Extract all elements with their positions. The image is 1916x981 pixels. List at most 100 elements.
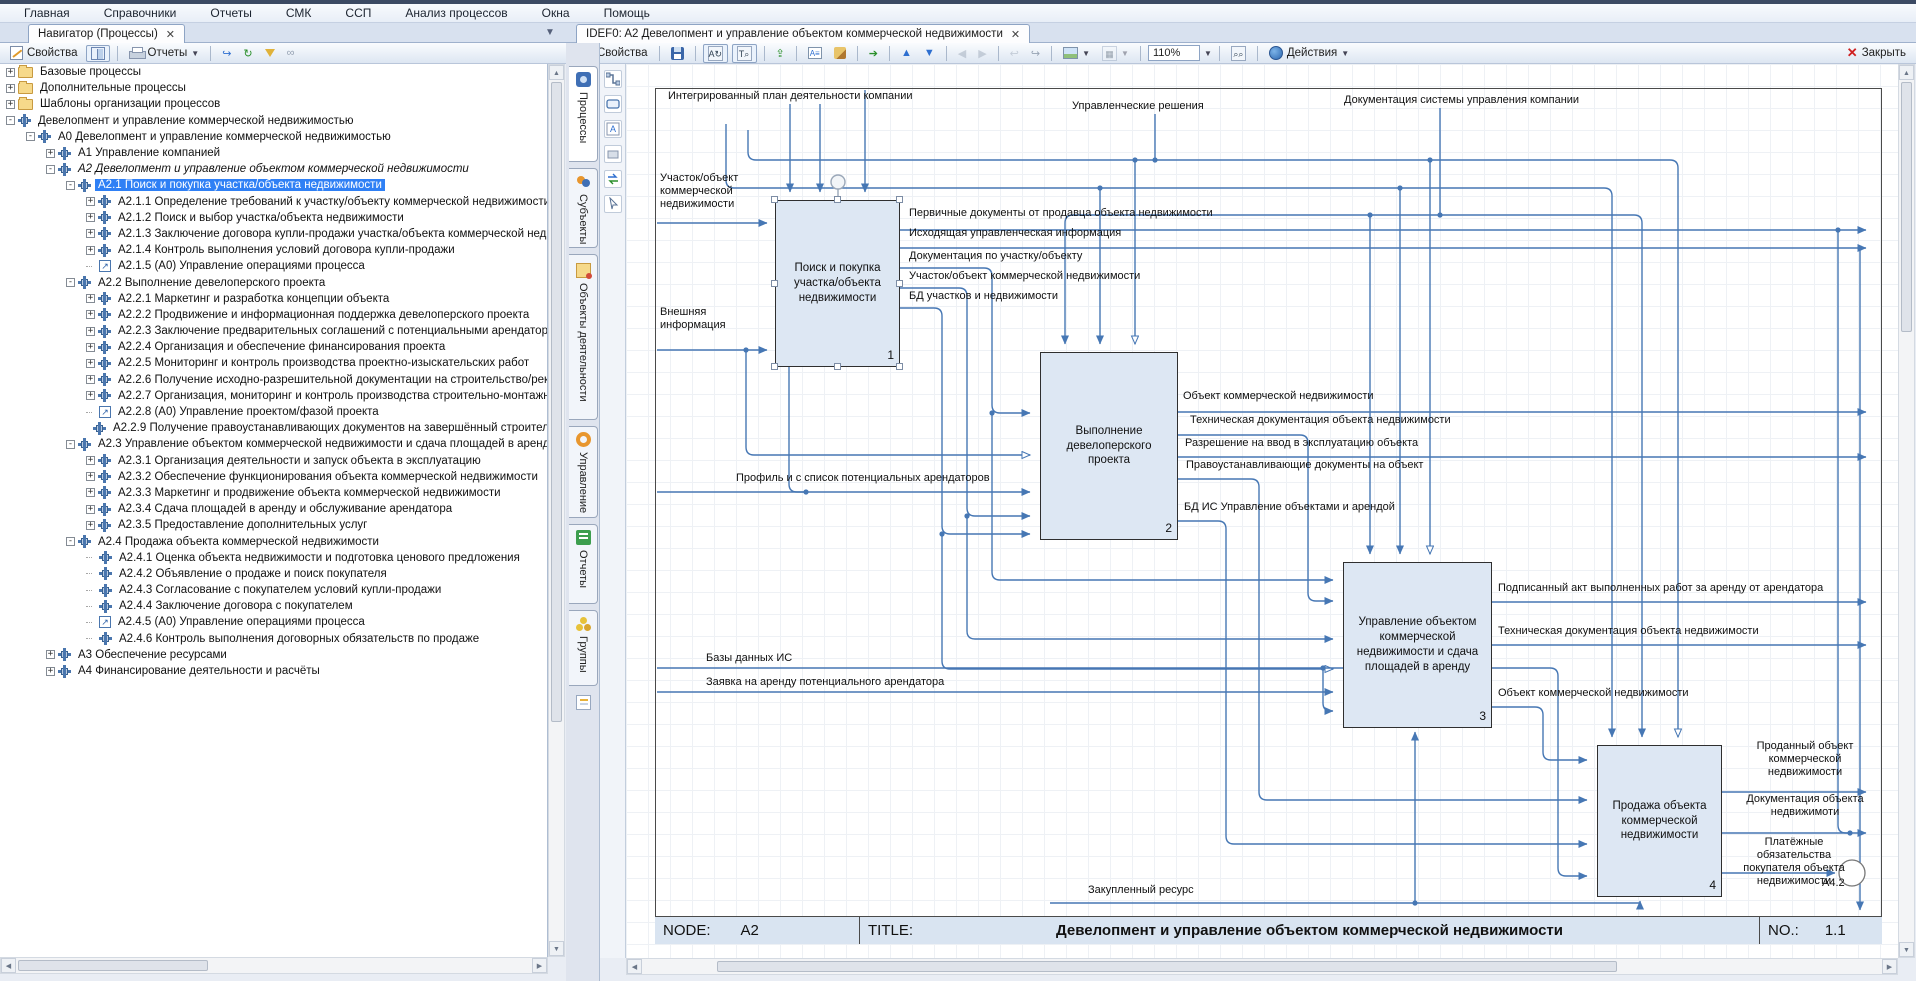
tree-item[interactable]: + A2.1.3 Заключение договора купли-продаж… <box>0 226 547 242</box>
selection-handle[interactable] <box>771 196 778 203</box>
tree-item[interactable]: A2.4.3 Согласование с покупателем услови… <box>0 582 547 598</box>
format-brush-button[interactable] <box>830 46 850 60</box>
tree-item[interactable]: + A2.3.1 Организация деятельности и запус… <box>0 453 547 469</box>
selection-handle[interactable] <box>834 363 841 370</box>
frame-tool-button[interactable] <box>603 145 622 163</box>
scroll-down-icon[interactable]: ▼ <box>549 941 564 956</box>
tree-item[interactable]: + Базовые процессы <box>0 64 547 80</box>
goto-button[interactable]: ↪ <box>218 46 235 61</box>
tree-item[interactable]: - A2 Девелопмент и управление объектом ко… <box>0 161 547 177</box>
tree-item[interactable]: + Дополнительные процессы <box>0 80 547 96</box>
image-dropdown-button[interactable]: ▼ <box>1059 46 1094 60</box>
tree-item[interactable]: + A2.2.6 Получение исходно-разрешительной… <box>0 372 547 388</box>
diagram-horizontal-scrollbar[interactable]: ◀ ▶ <box>626 958 1898 975</box>
tree-item[interactable]: - A2.4 Продажа объекта коммерческой недви… <box>0 533 547 549</box>
tree-item[interactable]: + A2.2.2 Продвижение и информационная под… <box>0 307 547 323</box>
scroll-up-icon[interactable]: ▲ <box>549 65 564 80</box>
tree-item[interactable]: + A2.2.3 Заключение предварительных согла… <box>0 323 547 339</box>
tree-item[interactable]: + A2.2.5 Мониторинг и контроль производст… <box>0 355 547 371</box>
tree-expander[interactable]: - <box>66 439 75 449</box>
tree-expander[interactable]: - <box>66 537 75 547</box>
properties-button[interactable]: Свойства <box>6 45 82 61</box>
tree-expander[interactable]: + <box>86 342 95 352</box>
menu-item[interactable]: Отчеты <box>206 5 255 21</box>
tree-item[interactable]: + A2.2.1 Маркетинг и разработка концепции… <box>0 291 547 307</box>
layout-toggle-button[interactable] <box>85 44 110 62</box>
tree-expander[interactable]: + <box>86 391 95 401</box>
refresh-button[interactable]: ↻ <box>239 46 256 61</box>
tree-item[interactable]: A2.4.4 Заключение договора с покупателем <box>0 598 547 614</box>
tab-navigator[interactable]: Навигатор (Процессы) ✕ <box>28 24 185 43</box>
move-up-button[interactable]: ▲ <box>897 46 916 60</box>
pan-tool-button[interactable] <box>603 195 622 213</box>
menu-item[interactable]: Справочники <box>100 5 181 21</box>
tree-expander[interactable]: + <box>86 358 95 368</box>
connector-tool-button[interactable] <box>603 70 622 88</box>
tree-item[interactable]: + A2.3.5 Предоставление дополнительных ус… <box>0 517 547 533</box>
scroll-left-icon[interactable]: ◀ <box>627 959 642 974</box>
new-document-icon[interactable] <box>576 695 591 710</box>
tree-expander[interactable]: + <box>86 197 95 207</box>
close-icon[interactable]: ✕ <box>166 28 175 41</box>
dock-tab-6[interactable]: Группы <box>569 610 598 686</box>
tree-item[interactable]: ↗ A2.4.5 (A0) Управление операциями проце… <box>0 614 547 630</box>
tree-expander[interactable]: + <box>86 472 95 482</box>
actions-dropdown-button[interactable]: Действия ▼ <box>1265 45 1353 61</box>
menu-item[interactable]: Помощь <box>600 5 654 21</box>
tree-expander[interactable]: + <box>86 520 95 530</box>
menu-item[interactable]: Главная <box>20 5 74 21</box>
tree-item[interactable]: - A2.3 Управление объектом коммерческой н… <box>0 436 547 452</box>
tree-expander[interactable]: + <box>6 99 15 109</box>
swap-tool-button[interactable] <box>603 170 622 188</box>
menu-item[interactable]: ССП <box>341 5 375 21</box>
prev-button[interactable]: ◀ <box>954 46 970 61</box>
diagram-canvas[interactable]: Поиск и покупка участка/объекта недвижим… <box>626 64 1898 958</box>
tree-item[interactable]: - A0 Девелопмент и управление коммерческо… <box>0 129 547 145</box>
tree-expander[interactable]: + <box>86 375 95 385</box>
tree-item[interactable]: + A4 Финансирование деятельности и расчёт… <box>0 663 547 679</box>
zoom-level-input[interactable]: 110% <box>1147 45 1200 61</box>
activity-box-3[interactable]: Управление объектом коммерческой недвижи… <box>1343 562 1492 728</box>
next-button[interactable]: ▶ <box>974 46 990 61</box>
tree-horizontal-scrollbar[interactable]: ◀ ▶ <box>0 957 548 974</box>
tree-item[interactable]: A2.4.1 Оценка объекта недвижимости и под… <box>0 550 547 566</box>
reports-dropdown-button[interactable]: Отчеты ▼ <box>125 46 204 60</box>
tree-item[interactable]: + A1 Управление компанией <box>0 145 547 161</box>
text-block-button[interactable]: A≡ <box>804 46 826 60</box>
save-button[interactable] <box>667 46 688 61</box>
tree-item[interactable]: + A3 Обеспечение ресурсами <box>0 647 547 663</box>
menu-item[interactable]: СМК <box>282 5 316 21</box>
selection-handle[interactable] <box>834 196 841 203</box>
scrollbar-thumb[interactable] <box>717 961 1617 972</box>
tree-expander[interactable]: - <box>46 164 55 174</box>
scroll-right-icon[interactable]: ▶ <box>1882 959 1897 974</box>
tree-expander[interactable]: - <box>6 116 15 126</box>
tree-item[interactable]: - Девелопмент и управление коммерческой н… <box>0 113 547 129</box>
redo-button[interactable]: ↪ <box>1027 46 1044 61</box>
tree-item[interactable]: ↗ A2.1.5 (A0) Управление операциями проце… <box>0 258 547 274</box>
tree-expander[interactable]: + <box>86 229 95 239</box>
tree-expander[interactable]: + <box>6 67 15 77</box>
tree-item[interactable]: + A2.3.4 Сдача площадей в аренду и обслуж… <box>0 501 547 517</box>
text-zoom-button[interactable]: Т⌕ <box>731 43 757 63</box>
tree-expander[interactable]: + <box>86 245 95 255</box>
chevron-down-icon[interactable]: ▼ <box>545 27 555 38</box>
activity-box-1[interactable]: Поиск и покупка участка/объекта недвижим… <box>775 200 900 367</box>
box-tool-button[interactable] <box>603 95 622 113</box>
undo-button[interactable]: ↩ <box>1006 46 1023 61</box>
menu-item[interactable]: Окна <box>538 5 574 21</box>
selection-handle[interactable] <box>771 280 778 287</box>
tree-item[interactable]: + A2.3.3 Маркетинг и продвижение объекта … <box>0 485 547 501</box>
tree-expander[interactable]: + <box>86 326 95 336</box>
tree-item[interactable]: ↗ A2.2.8 (A0) Управление проектом/фазой п… <box>0 404 547 420</box>
scrollbar-thumb[interactable] <box>1901 82 1912 332</box>
filter-button[interactable] <box>261 48 279 58</box>
scroll-down-icon[interactable]: ▼ <box>1899 942 1914 957</box>
tree-item[interactable]: - A2.1 Поиск и покупка участка/объекта не… <box>0 177 547 193</box>
scrollbar-thumb[interactable] <box>18 960 208 971</box>
tree-expander[interactable]: + <box>46 650 55 660</box>
selection-handle[interactable] <box>771 363 778 370</box>
tree-item[interactable]: + A2.1.1 Определение требований к участку… <box>0 194 547 210</box>
dock-tab-3[interactable]: Объекты деятельности <box>569 254 598 420</box>
move-down-button[interactable]: ▼ <box>920 46 939 60</box>
